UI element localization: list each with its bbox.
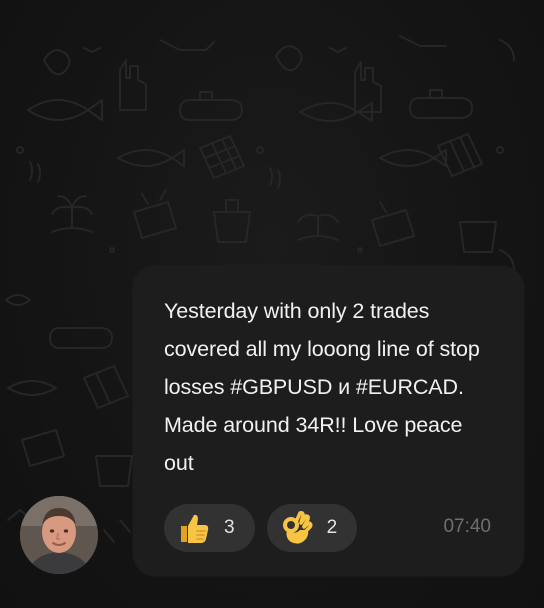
avatar[interactable] [20, 496, 98, 574]
reaction-count: 3 [224, 517, 235, 538]
reactions-bar: 3 2 [164, 504, 358, 552]
ok-hand-icon [277, 509, 315, 547]
reaction-thumbs-up[interactable]: 3 [164, 504, 255, 552]
message-text: Yesterday with only 2 trades covered all… [164, 299, 480, 475]
chat-background: Yesterday with only 2 trades covered all… [0, 0, 544, 608]
reaction-ok-hand[interactable]: 2 [266, 504, 358, 552]
message-bubble[interactable]: Yesterday with only 2 trades covered all… [133, 266, 524, 576]
message-timestamp: 07:40 [443, 516, 491, 537]
reaction-count: 2 [326, 517, 338, 538]
thumbs-up-icon [174, 509, 212, 547]
avatar-photo [20, 496, 98, 574]
